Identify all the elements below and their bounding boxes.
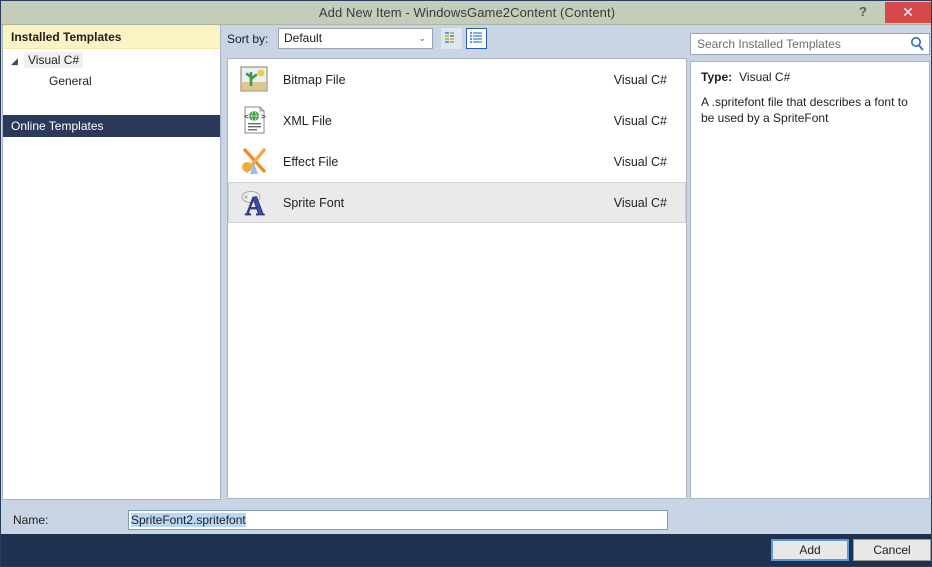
tree-item-general[interactable]: General: [3, 71, 220, 92]
dialog-footer: Add Cancel: [1, 534, 931, 566]
template-name: Effect File: [283, 154, 339, 169]
name-row: Name: SpriteFont2.spritefont: [1, 505, 931, 536]
template-name: Bitmap File: [283, 72, 346, 87]
template-details-pane: Type: Visual C# A .spritefont file that d…: [690, 61, 930, 499]
help-button[interactable]: ?: [849, 1, 877, 23]
template-list: Bitmap File Visual C# < > XML File Visua…: [227, 58, 687, 499]
search-icon[interactable]: [910, 36, 924, 51]
add-button[interactable]: Add: [771, 539, 849, 561]
template-language: Visual C#: [613, 195, 667, 210]
tree-item-label: General: [49, 74, 92, 88]
template-list-item[interactable]: Effect File Visual C#: [228, 141, 686, 182]
bitmap-file-icon: [234, 63, 274, 97]
details-type-label: Type:: [701, 70, 733, 84]
center-column: Sort by: Default ⌄ Bitmap File Visual C#…: [227, 27, 687, 499]
template-name: Sprite Font: [283, 195, 345, 210]
small-icons-view-button[interactable]: [441, 28, 462, 49]
sidebar-item-label: Online Templates: [11, 119, 104, 133]
details-type-row: Type: Visual C#: [701, 70, 919, 84]
small-icons-view-icon: [445, 32, 454, 43]
template-name: XML File: [283, 113, 332, 128]
template-language: Visual C#: [613, 72, 667, 87]
details-type-value: Visual C#: [739, 70, 791, 84]
sprite-font-icon: A: [234, 186, 274, 220]
sidebar-item-online-templates[interactable]: Online Templates: [3, 115, 220, 137]
template-list-item[interactable]: Bitmap File Visual C#: [228, 59, 686, 100]
title-bar: Add New Item - WindowsGame2Content (Cont…: [1, 1, 931, 25]
chevron-down-icon: ⌄: [418, 33, 426, 43]
dialog-title: Add New Item - WindowsGame2Content (Cont…: [318, 5, 616, 20]
xml-file-icon: < >: [234, 104, 274, 138]
sort-by-value: Default: [284, 31, 323, 45]
sidebar-header: Installed Templates: [3, 25, 220, 49]
chevron-expanded-icon: ◢: [11, 56, 18, 66]
tree-item-visual-csharp[interactable]: ◢ Visual C#: [3, 50, 220, 71]
add-new-item-dialog: Add New Item - WindowsGame2Content (Cont…: [0, 0, 932, 567]
effect-file-icon: [234, 145, 274, 179]
close-button[interactable]: ✕: [885, 2, 931, 23]
svg-text:>: >: [261, 112, 266, 121]
sort-by-dropdown[interactable]: Default ⌄: [278, 28, 433, 49]
svg-text:<: <: [244, 112, 249, 121]
sort-by-label: Sort by:: [227, 32, 269, 46]
name-label: Name:: [13, 513, 49, 527]
list-toolbar: Sort by: Default ⌄: [227, 27, 687, 53]
tree-item-label: Visual C#: [24, 52, 84, 68]
details-description: A .spritefont file that describes a font…: [701, 95, 908, 125]
details-view-icon: [470, 32, 482, 43]
template-language: Visual C#: [613, 113, 667, 128]
details-view-button[interactable]: [466, 28, 487, 49]
search-box[interactable]: Search Installed Templates: [690, 33, 930, 55]
name-input-value: SpriteFont2.spritefont: [131, 513, 246, 527]
name-input[interactable]: SpriteFont2.spritefont: [128, 510, 668, 530]
template-tree: ◢ Visual C# General: [3, 50, 220, 92]
template-language: Visual C#: [613, 154, 667, 169]
template-list-item[interactable]: < > XML File Visual C#: [228, 100, 686, 141]
cancel-button[interactable]: Cancel: [853, 539, 931, 561]
installed-templates-sidebar: Installed Templates ◢ Visual C# General O…: [2, 25, 221, 500]
svg-text:A: A: [245, 191, 265, 218]
template-list-item-selected[interactable]: A Sprite Font Visual C#: [228, 182, 686, 223]
search-input[interactable]: Search Installed Templates: [697, 34, 841, 54]
